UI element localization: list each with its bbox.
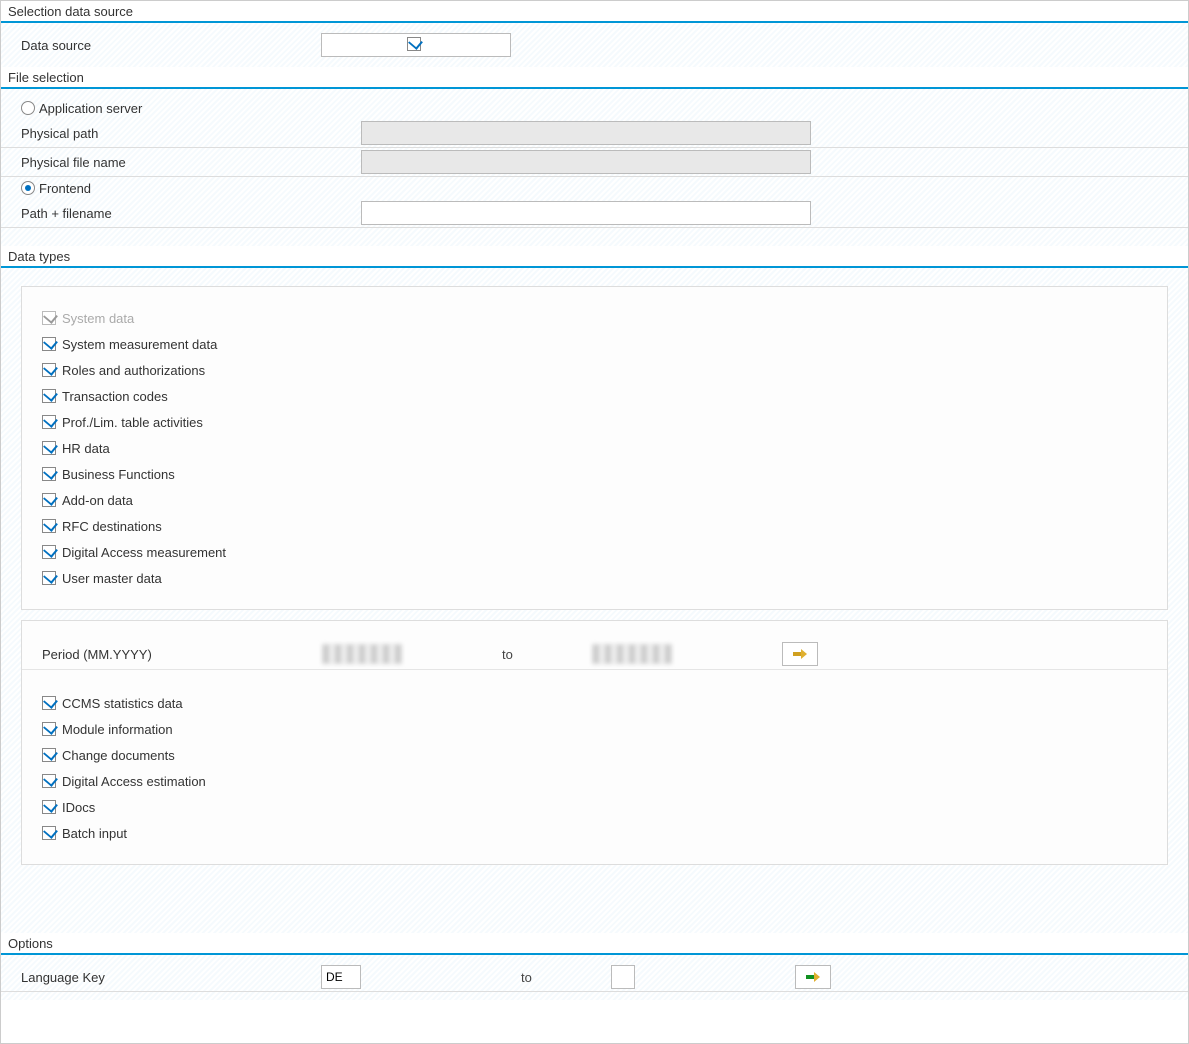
multi-select-button-language[interactable] [795, 965, 831, 989]
label-application-server: Application server [39, 101, 142, 116]
input-path-filename[interactable] [361, 201, 811, 225]
checkbox-ccms-statistics[interactable] [42, 696, 56, 710]
label-period-to: to [502, 647, 562, 662]
label-path-filename: Path + filename [21, 206, 361, 221]
input-physical-path [361, 121, 811, 145]
input-period-to[interactable] [592, 644, 672, 664]
label-ccms-statistics: CCMS statistics data [62, 696, 183, 711]
checkbox-hr-data[interactable] [42, 441, 56, 455]
section-header-data-types: Data types [1, 246, 1188, 268]
label-period: Period (MM.YYYY) [42, 647, 322, 662]
label-data-source: Data source [21, 38, 321, 53]
label-hr-data: HR data [62, 441, 110, 456]
label-system-data: System data [62, 311, 134, 326]
radio-application-server[interactable] [21, 101, 35, 115]
checkbox-user-master-data[interactable] [42, 571, 56, 585]
section-body-file-selection: Application server Physical path Physica… [1, 89, 1188, 246]
checkbox-idocs[interactable] [42, 800, 56, 814]
checkbox-roles-authorizations[interactable] [42, 363, 56, 377]
label-transaction-codes: Transaction codes [62, 389, 168, 404]
section-file-selection: File selection Application server Physic… [1, 67, 1188, 246]
input-language-key-from[interactable] [321, 965, 361, 989]
arrow-right-icon [792, 647, 808, 661]
checkbox-digital-access-measurement[interactable] [42, 545, 56, 559]
multi-select-button-period[interactable] [782, 642, 818, 666]
panel-data-types-top: System data System measurement data Role… [21, 286, 1168, 610]
checkbox-rfc-destinations[interactable] [42, 519, 56, 533]
label-user-master-data: User master data [62, 571, 162, 586]
label-prof-lim-table: Prof./Lim. table activities [62, 415, 203, 430]
section-options: Options Language Key to [1, 933, 1188, 1000]
label-change-documents: Change documents [62, 748, 175, 763]
section-header-selection-data-source: Selection data source [1, 1, 1188, 23]
checkbox-batch-input[interactable] [42, 826, 56, 840]
data-source-checkbox[interactable] [407, 37, 421, 51]
input-period-from[interactable] [322, 644, 402, 664]
input-physical-file-name [361, 150, 811, 174]
label-business-functions: Business Functions [62, 467, 175, 482]
checkbox-add-on-data[interactable] [42, 493, 56, 507]
checkbox-digital-access-estimation[interactable] [42, 774, 56, 788]
checkbox-module-information[interactable] [42, 722, 56, 736]
section-body-selection-data-source: Data source [1, 23, 1188, 67]
label-idocs: IDocs [62, 800, 95, 815]
section-header-options: Options [1, 933, 1188, 955]
radio-frontend[interactable] [21, 181, 35, 195]
label-digital-access-measurement: Digital Access measurement [62, 545, 226, 560]
label-rfc-destinations: RFC destinations [62, 519, 162, 534]
label-language-key: Language Key [21, 970, 321, 985]
label-system-measurement-data: System measurement data [62, 337, 217, 352]
label-add-on-data: Add-on data [62, 493, 133, 508]
checkbox-system-measurement-data[interactable] [42, 337, 56, 351]
label-module-information: Module information [62, 722, 173, 737]
section-body-options: Language Key to [1, 955, 1188, 1000]
label-physical-file-name: Physical file name [21, 155, 361, 170]
checkbox-prof-lim-table[interactable] [42, 415, 56, 429]
checkbox-system-data [42, 311, 56, 325]
label-physical-path: Physical path [21, 126, 361, 141]
arrow-right-icon [805, 970, 821, 984]
section-data-types: Data types System data System measuremen… [1, 246, 1188, 933]
checkbox-transaction-codes[interactable] [42, 389, 56, 403]
input-language-key-to[interactable] [611, 965, 635, 989]
label-language-key-to: to [521, 970, 581, 985]
data-source-field[interactable] [321, 33, 511, 57]
label-frontend: Frontend [39, 181, 91, 196]
panel-data-types-bottom: Period (MM.YYYY) to CCMS statistics data… [21, 620, 1168, 865]
section-selection-data-source: Selection data source Data source [1, 1, 1188, 67]
checkbox-business-functions[interactable] [42, 467, 56, 481]
label-batch-input: Batch input [62, 826, 127, 841]
section-body-data-types: System data System measurement data Role… [1, 268, 1188, 933]
section-header-file-selection: File selection [1, 67, 1188, 89]
checkbox-change-documents[interactable] [42, 748, 56, 762]
label-digital-access-estimation: Digital Access estimation [62, 774, 206, 789]
label-roles-authorizations: Roles and authorizations [62, 363, 205, 378]
